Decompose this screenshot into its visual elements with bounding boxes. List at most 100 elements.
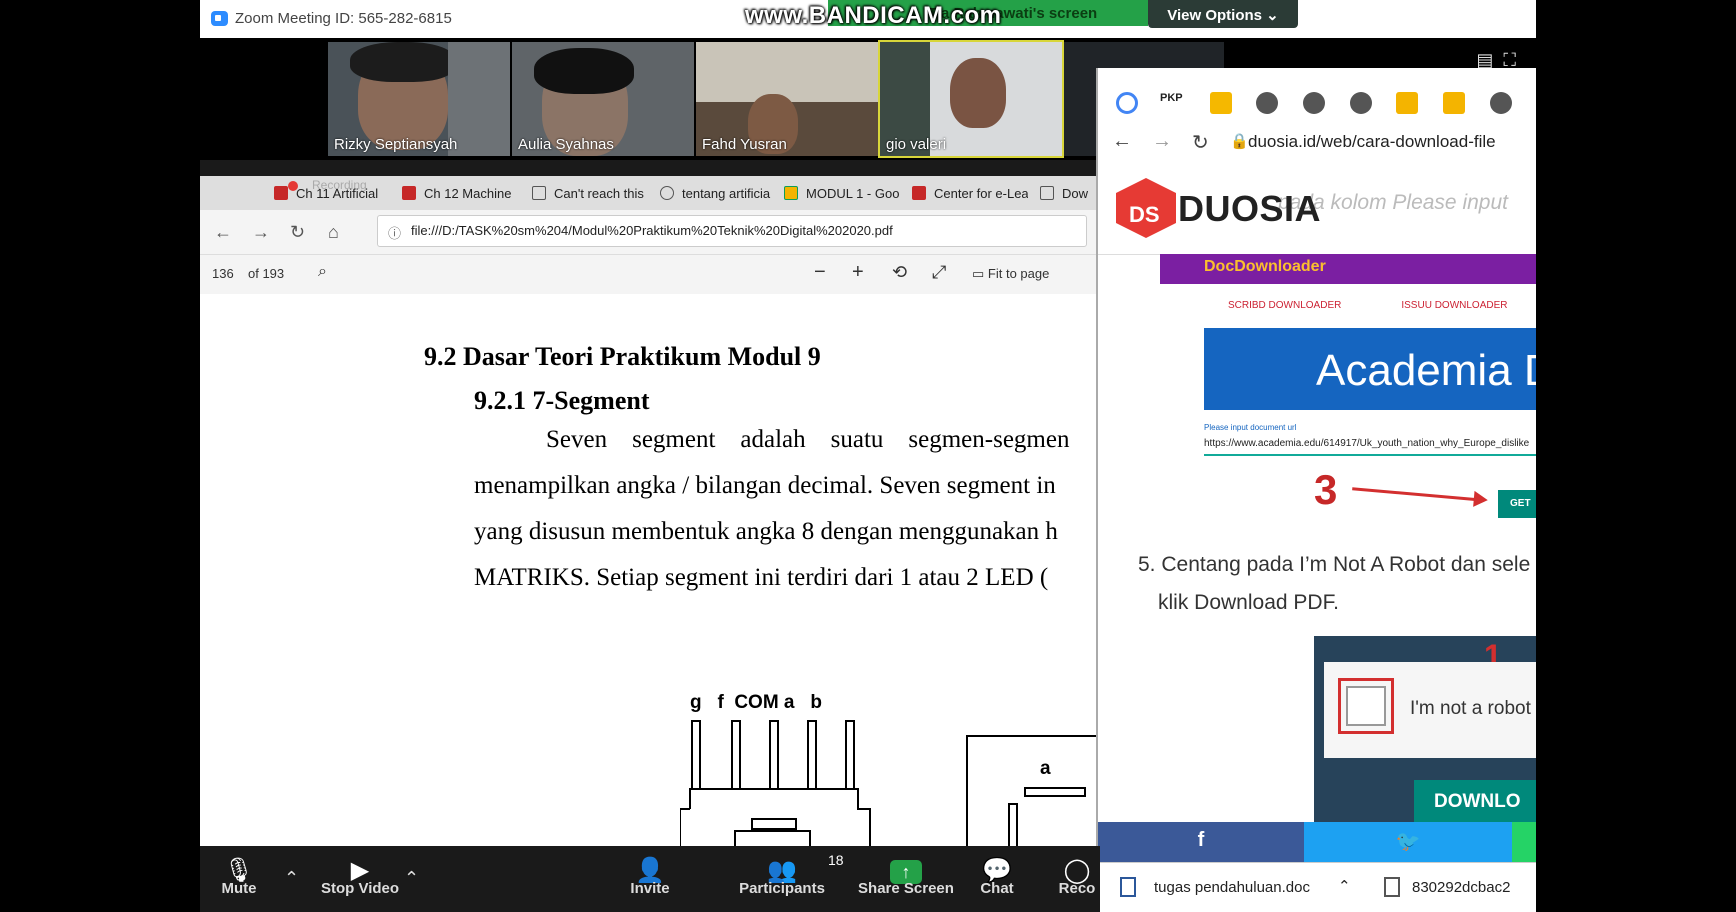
video-camera-icon: ▶ — [350, 857, 370, 884]
browser-tab[interactable]: Can't reach this — [532, 176, 650, 210]
participants-button[interactable]: 👥 18 Participants — [720, 846, 844, 912]
view-options-button[interactable]: View Options ⌄ — [1148, 0, 1298, 28]
chat-button[interactable]: 💬 Chat — [972, 846, 1022, 912]
duosia-browser-window: PKP ← → ↻ 🔒 duosia.id/web/cara-download-… — [1096, 68, 1536, 912]
record-label: Reco — [1058, 880, 1096, 897]
recaptcha-card: I'm not a robot — [1324, 662, 1536, 758]
browser-tab[interactable]: MODUL 1 - Goo — [784, 176, 900, 210]
bookmark-icon[interactable] — [1210, 92, 1232, 114]
participant-tile[interactable]: Rizky Septiansyah — [328, 42, 510, 156]
pdf-page: 9.2 Dasar Teori Praktikum Modul 9 9.2.1 … — [200, 294, 1100, 854]
seven-segment-display-drawing — [966, 735, 1100, 854]
download-item[interactable]: tugas pendahuluan.doc — [1154, 879, 1310, 896]
chevron-down-icon: ⌄ — [1266, 7, 1279, 24]
participant-tile[interactable]: Fahd Yusran — [696, 42, 878, 156]
stop-video-button[interactable]: ▶ Stop Video — [310, 846, 410, 912]
duosia-logo-text[interactable]: DUOSIA — [1178, 188, 1321, 230]
academia-banner: Academia D — [1204, 328, 1536, 410]
record-button[interactable]: ◯ Reco — [1054, 846, 1100, 912]
issuu-tab: ISSUU DOWNLOADER — [1401, 300, 1508, 311]
chat-icon: 💬 — [982, 857, 1012, 884]
record-icon: ◯ — [1063, 857, 1091, 884]
step-line: 5. Centang pada I’m Not A Robot dan sele — [1138, 553, 1531, 576]
chat-label: Chat — [980, 880, 1014, 897]
recaptcha-screenshot: 1 I'm not a robot DOWNLO — [1314, 636, 1536, 822]
rotate-icon[interactable]: ⟲ — [892, 262, 907, 283]
zoom-window: Zoom Meeting ID: 565-282-6815 Tia Rahmaw… — [200, 0, 1536, 912]
browser-tab[interactable]: Center for e-Lea — [912, 176, 1028, 210]
download-item[interactable]: 830292dcbac2 — [1412, 879, 1510, 896]
page-count: of 193 — [248, 266, 285, 281]
paragraph-line: menampilkan angka / bilangan decimal. Se… — [474, 472, 1056, 499]
shield-icon — [912, 186, 926, 200]
address-text: file:///D:/TASK%20sm%204/Modul%20Praktik… — [411, 223, 893, 238]
gallery-icon[interactable]: ▤ — [1476, 50, 1493, 70]
seven-segment-pins-drawing — [680, 720, 871, 849]
tab-label: Ch 11 Artificial — [296, 186, 379, 201]
participant-tile[interactable]: Aulia Syahnas — [512, 42, 694, 156]
participant-name: Rizky Septiansyah — [334, 136, 458, 153]
share-bar: f 🐦 — [1098, 822, 1536, 862]
page-icon — [532, 186, 546, 200]
twitter-share-button[interactable]: 🐦 — [1304, 822, 1512, 862]
zoom-in-icon[interactable]: + — [852, 261, 864, 284]
globe-icon[interactable] — [1303, 92, 1325, 114]
google-icon[interactable] — [1116, 92, 1138, 114]
forward-icon[interactable]: → — [1152, 130, 1172, 153]
google-icon — [660, 186, 674, 200]
mute-button[interactable]: 🎙 Mute — [214, 846, 264, 912]
file-icon — [1384, 877, 1400, 897]
browser-tab[interactable]: Dow — [1040, 176, 1100, 210]
downloader-tabs: SCRIBD DOWNLOADER ISSUU DOWNLOADER — [1228, 300, 1507, 311]
paragraph-line: Seven segment adalah suatu segmen-segmen — [546, 426, 1070, 453]
whatsapp-share-button[interactable] — [1512, 822, 1536, 862]
share-screen-button[interactable]: ↑ Share Screen — [846, 846, 966, 912]
browser-tab[interactable]: Ch 11 Artificial — [274, 176, 390, 210]
invite-button[interactable]: 👤 Invite — [622, 846, 678, 912]
refresh-icon[interactable]: ↻ — [1192, 130, 1209, 155]
segment-a-label: a — [1040, 758, 1051, 779]
pkp-icon[interactable]: PKP — [1160, 92, 1190, 114]
chevron-up-icon[interactable]: ⌃ — [404, 868, 419, 889]
back-icon[interactable]: ← — [214, 222, 232, 243]
refresh-icon[interactable]: ↻ — [290, 222, 305, 243]
globe-icon[interactable] — [1256, 92, 1278, 114]
browser-tabbar: Recording Ch 11 Artificial Ch 12 Machine… — [200, 176, 1100, 210]
mute-label: Mute — [221, 880, 257, 897]
scribd-tab: SCRIBD DOWNLOADER — [1228, 300, 1342, 311]
facebook-share-button[interactable]: f — [1098, 822, 1304, 862]
drive-icon[interactable] — [1396, 92, 1418, 114]
tab-label: MODUL 1 - Goo — [806, 186, 900, 201]
fit-to-page-button[interactable]: ▭ Fit to page — [972, 266, 1049, 282]
paragraph-line: yang disusun membentuk angka 8 dengan me… — [474, 518, 1058, 545]
search-icon[interactable]: ⌕ — [318, 263, 327, 281]
docdownloader-banner: DocDownloader — [1160, 254, 1536, 284]
meeting-title: Zoom Meeting ID: 565-282-6815 — [235, 10, 452, 27]
home-icon[interactable]: ⌂ — [328, 222, 339, 243]
bandicam-watermark: www.BANDICAM.com — [745, 2, 1002, 29]
pdf-icon — [402, 186, 416, 200]
globe-icon[interactable] — [1490, 92, 1512, 114]
zoom-out-icon[interactable]: − — [814, 261, 826, 284]
participant-name: gio valeri — [886, 136, 947, 153]
chevron-up-icon[interactable]: ⌃ — [1338, 877, 1351, 895]
browser-tab[interactable]: Ch 12 Machine — [402, 176, 520, 210]
globe-icon[interactable] — [1350, 92, 1372, 114]
participant-tile[interactable]: gio valeri — [878, 40, 1064, 158]
add-user-icon: 👤 — [635, 857, 665, 884]
browser-tab[interactable]: tentang artificia — [660, 176, 772, 210]
chevron-up-icon[interactable]: ⌃ — [284, 868, 299, 889]
expand-icon[interactable]: ⤢ — [932, 262, 946, 283]
pin-labels: g f COM a b — [690, 692, 822, 713]
participants-label: Participants — [739, 880, 825, 897]
get-button: GET — [1498, 490, 1536, 518]
address-bar[interactable]: ⓘ file:///D:/TASK%20sm%204/Modul%20Prakti… — [377, 215, 1087, 247]
participant-name: Aulia Syahnas — [518, 136, 614, 153]
page-number-input[interactable]: 136 — [212, 266, 234, 281]
fullscreen-icon[interactable]: ⛶ — [1503, 50, 1516, 70]
drive-icon[interactable] — [1443, 92, 1465, 114]
back-icon[interactable]: ← — [1112, 130, 1132, 153]
document-url-input: https://www.academia.edu/614917/Uk_youth… — [1204, 438, 1536, 456]
duosia-address-bar[interactable]: duosia.id/web/cara-download-file — [1248, 132, 1496, 152]
forward-icon[interactable]: → — [252, 222, 270, 243]
